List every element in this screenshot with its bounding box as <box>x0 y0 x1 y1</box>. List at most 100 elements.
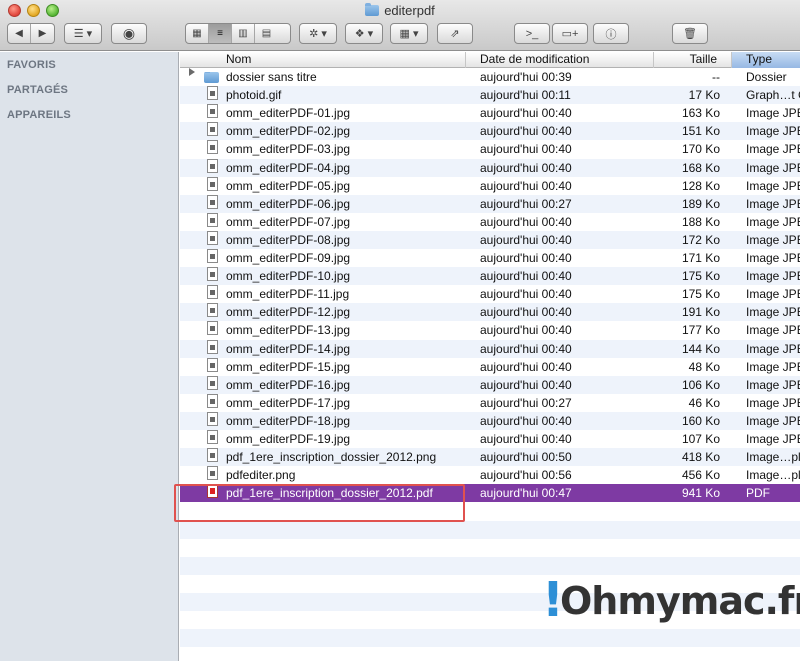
file-size: 418 Ko <box>681 450 720 465</box>
file-type: Image JPEG <box>746 432 800 446</box>
quicklook-button[interactable]: ◉ <box>111 23 147 44</box>
image-file-icon <box>207 466 218 481</box>
file-size: 170 Ko <box>681 142 720 157</box>
action-menu-button[interactable]: ✲ ▾ <box>299 23 337 44</box>
empty-row <box>180 520 800 539</box>
table-row[interactable]: omm_editerPDF-17.jpg aujourd'hui 00:27 46 … <box>180 393 800 412</box>
file-name: omm_editerPDF-02.jpg <box>226 124 351 139</box>
dropbox-icon: ❖ ▾ <box>354 28 374 40</box>
watermark-text: Ohmymac.fr <box>560 579 800 623</box>
file-type: Image…pl PNG <box>746 450 800 465</box>
column-name[interactable]: Nom <box>180 52 466 68</box>
image-file-icon <box>207 194 218 209</box>
sidebar-section-favorites[interactable]: FAVORIS <box>7 59 56 71</box>
sidebar-section-shared[interactable]: PARTAGÉS <box>7 84 68 96</box>
table-row[interactable]: omm_editerPDF-11.jpg aujourd'hui 00:40 175… <box>180 285 800 303</box>
image-file-icon <box>207 176 218 191</box>
table-row[interactable]: omm_editerPDF-19.jpg aujourd'hui 00:40 107… <box>180 430 800 448</box>
share-button[interactable]: ⇗ <box>437 23 473 44</box>
image-file-icon <box>207 393 218 408</box>
table-row[interactable]: omm_editerPDF-03.jpg aujourd'hui 00:40 170… <box>180 140 800 158</box>
file-name: dossier sans titre <box>226 70 317 84</box>
file-date: aujourd'hui 00:40 <box>480 232 572 247</box>
image-file-icon <box>207 430 218 444</box>
file-name: photoid.gif <box>226 88 282 103</box>
eye-icon: ◉ <box>122 25 136 41</box>
file-size: 171 Ko <box>681 251 720 265</box>
file-date: aujourd'hui 00:40 <box>480 432 572 446</box>
table-row[interactable]: omm_editerPDF-14.jpg aujourd'hui 00:40 144… <box>180 339 800 358</box>
column-size[interactable]: Taille <box>654 52 732 68</box>
new-folder-button[interactable]: ▭+ <box>552 23 588 44</box>
column-type[interactable]: Type <box>732 52 800 68</box>
arrange-button[interactable]: ☰ ▾ <box>64 23 102 44</box>
table-row[interactable]: omm_editerPDF-02.jpg aujourd'hui 00:40 151… <box>180 122 800 141</box>
table-row[interactable]: photoid.gif aujourd'hui 00:11 17 Ko Graph…t… <box>180 86 800 105</box>
file-size: 188 Ko <box>681 214 720 229</box>
table-row[interactable]: omm_editerPDF-10.jpg aujourd'hui 00:40 175… <box>180 267 800 286</box>
disclosure-triangle-icon[interactable] <box>189 68 195 76</box>
trash-button[interactable]: 🗑 <box>672 23 708 44</box>
image-file-icon <box>207 104 218 119</box>
trash-icon: 🗑 <box>683 28 697 40</box>
coverflow-view-button[interactable]: ▤ <box>255 24 278 43</box>
table-row[interactable]: omm_editerPDF-01.jpg aujourd'hui 00:40 163… <box>180 104 800 122</box>
file-name: pdfediter.png <box>226 468 296 483</box>
table-row[interactable]: pdfediter.png aujourd'hui 00:56 456 Ko Imag… <box>180 466 800 484</box>
file-name: omm_editerPDF-19.jpg <box>226 432 351 446</box>
file-type: Image JPEG <box>746 160 800 175</box>
back-button[interactable]: ◀ <box>8 24 31 43</box>
file-type: Image JPEG <box>746 178 800 193</box>
terminal-button[interactable]: >_ <box>514 23 550 44</box>
file-date: aujourd'hui 00:40 <box>480 160 572 175</box>
table-row[interactable]: omm_editerPDF-05.jpg aujourd'hui 00:40 128… <box>180 176 800 195</box>
dropbox-button[interactable]: ❖ ▾ <box>345 23 383 44</box>
file-date: aujourd'hui 00:47 <box>480 486 572 501</box>
back-forward-control: ◀ ▶ <box>7 23 55 44</box>
table-row[interactable]: omm_editerPDF-08.jpg aujourd'hui 00:40 172… <box>180 230 800 249</box>
table-row[interactable]: pdf_1ere_inscription_dossier_2012.png auj… <box>180 448 800 467</box>
icon-view-button[interactable]: ▦ <box>186 24 209 43</box>
column-view-button[interactable]: ▥ <box>232 24 255 43</box>
table-row[interactable]: omm_editerPDF-13.jpg aujourd'hui 00:40 177… <box>180 321 800 339</box>
table-row[interactable]: omm_editerPDF-07.jpg aujourd'hui 00:40 188… <box>180 212 800 231</box>
file-size: 189 Ko <box>681 196 720 211</box>
file-name: omm_editerPDF-05.jpg <box>226 178 351 193</box>
gear-icon: ✲ ▾ <box>309 28 327 40</box>
table-row[interactable]: omm_editerPDF-16.jpg aujourd'hui 00:40 106… <box>180 375 800 394</box>
file-size: 168 Ko <box>681 160 720 175</box>
table-row[interactable]: omm_editerPDF-15.jpg aujourd'hui 00:40 48 … <box>180 357 800 376</box>
table-row[interactable]: pdf_1ere_inscription_dossier_2012.pdf auj… <box>180 484 800 503</box>
column-date[interactable]: Date de modification <box>466 52 654 68</box>
chevron-right-icon: ▶ <box>38 28 47 39</box>
file-type: Image JPEG <box>746 287 800 302</box>
info-button[interactable]: ⓘ <box>593 23 629 44</box>
file-size: 48 Ko <box>688 359 720 374</box>
forward-button[interactable]: ▶ <box>31 24 54 43</box>
file-type: Image JPEG <box>746 232 800 247</box>
sidebar: FAVORIS PARTAGÉS APPAREILS <box>0 52 179 661</box>
list-view-button[interactable]: ≡ <box>209 24 232 43</box>
column-view-icon: ▥ <box>238 28 248 39</box>
table-row[interactable]: omm_editerPDF-06.jpg aujourd'hui 00:27 189… <box>180 194 800 213</box>
file-date: aujourd'hui 00:40 <box>480 124 572 139</box>
file-type: Image JPEG <box>746 341 800 356</box>
image-file-icon <box>207 86 218 101</box>
arrange-by-button[interactable]: ▦ ▾ <box>390 23 428 44</box>
table-row[interactable]: omm_editerPDF-09.jpg aujourd'hui 00:40 171… <box>180 249 800 267</box>
table-row[interactable]: omm_editerPDF-04.jpg aujourd'hui 00:40 168… <box>180 158 800 177</box>
image-file-icon <box>207 375 218 390</box>
table-row[interactable]: dossier sans titre aujourd'hui 00:39 -- Dos… <box>180 68 800 86</box>
file-name: omm_editerPDF-06.jpg <box>226 196 351 211</box>
view-mode-control: ▦ ≡ ▥ ▤ <box>185 23 291 44</box>
file-type: Image JPEG <box>746 251 800 265</box>
file-size: 941 Ko <box>681 486 720 501</box>
table-row[interactable]: omm_editerPDF-18.jpg aujourd'hui 00:40 160… <box>180 411 800 430</box>
file-name: omm_editerPDF-09.jpg <box>226 251 351 265</box>
file-size: 456 Ko <box>681 468 720 483</box>
file-size: -- <box>712 70 720 84</box>
table-row[interactable]: omm_editerPDF-12.jpg aujourd'hui 00:40 191… <box>180 303 800 322</box>
file-date: aujourd'hui 00:40 <box>480 269 572 284</box>
sidebar-section-devices[interactable]: APPAREILS <box>7 109 71 121</box>
file-size: 151 Ko <box>681 124 720 139</box>
